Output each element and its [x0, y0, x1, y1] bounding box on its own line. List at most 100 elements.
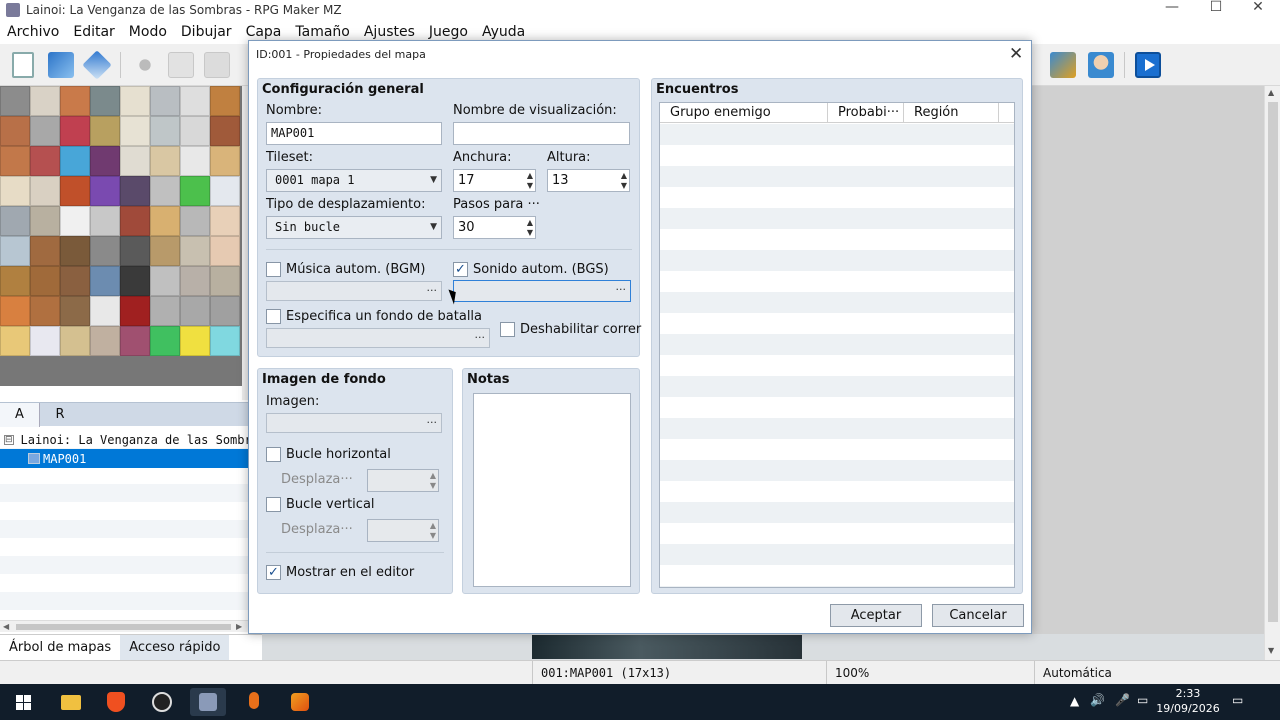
start-icon[interactable] [4, 688, 40, 716]
palette-tile[interactable] [0, 116, 30, 146]
tileset-palette[interactable] [0, 86, 242, 386]
scroll-type-select[interactable]: Sin bucle ▼ [266, 216, 442, 239]
scroll-right-icon[interactable]: ▶ [236, 621, 242, 633]
palette-tile[interactable] [30, 326, 60, 356]
scroll-up-icon[interactable]: ▲ [1268, 88, 1274, 97]
notes-textarea[interactable] [473, 393, 631, 587]
palette-tile[interactable] [60, 236, 90, 266]
menu-tamano[interactable]: Tamaño [288, 24, 356, 40]
open-project-icon[interactable] [48, 52, 74, 78]
loop-horizontal-checkbox[interactable] [266, 447, 281, 462]
palette-tile[interactable] [210, 296, 240, 326]
copy-icon[interactable] [168, 52, 194, 78]
volume-icon[interactable]: 🔊 [1090, 693, 1105, 707]
stepper-arrows-icon[interactable]: ▲ ▼ [430, 471, 436, 491]
stepper-arrows-icon[interactable]: ▲ ▼ [527, 171, 533, 191]
palette-tile[interactable] [210, 146, 240, 176]
palette-tile[interactable] [60, 296, 90, 326]
notifications-icon[interactable]: ▭ [1232, 693, 1243, 707]
loop-vertical-checkbox[interactable] [266, 497, 281, 512]
canvas-vertical-scrollbar[interactable]: ▲ ▼ [1264, 86, 1280, 660]
tree-horizontal-scrollbar[interactable]: ◀ ▶ [0, 620, 248, 632]
palette-tile[interactable] [30, 266, 60, 296]
palette-tile[interactable] [30, 86, 60, 116]
palette-tile[interactable] [90, 206, 120, 236]
palette-tile[interactable] [150, 326, 180, 356]
column-troop[interactable]: Grupo enemigo [660, 103, 828, 123]
palette-tile[interactable] [150, 206, 180, 236]
scroll-thumb[interactable] [1268, 102, 1278, 622]
palette-tile[interactable] [210, 266, 240, 296]
palette-tile[interactable] [120, 146, 150, 176]
menu-juego[interactable]: Juego [422, 24, 475, 40]
tree-map-row[interactable]: MAP001 [0, 449, 248, 468]
scroll-thumb[interactable] [16, 624, 231, 630]
palette-tile[interactable] [210, 86, 240, 116]
bgs-checkbox[interactable]: ✓ [453, 262, 468, 277]
bgm-picker[interactable]: ··· [266, 281, 442, 301]
stepper-arrows-icon[interactable]: ▲ ▼ [527, 218, 533, 238]
encounter-steps-stepper[interactable]: 30 ▲ ▼ [453, 216, 536, 239]
palette-tile[interactable] [90, 296, 120, 326]
collapse-icon[interactable]: ⊟ [4, 434, 14, 445]
taskbar-clock[interactable]: 2:33 19/09/2026 [1156, 686, 1220, 716]
tab-quick-access[interactable]: Acceso rápido [120, 635, 230, 660]
dialog-close-button[interactable]: ✕ [1009, 44, 1023, 64]
microphone-app-icon[interactable] [236, 688, 272, 716]
palette-tile[interactable] [90, 176, 120, 206]
close-window-button[interactable]: ✕ [1236, 0, 1280, 20]
palette-tile[interactable] [90, 146, 120, 176]
palette-tile[interactable] [60, 86, 90, 116]
save-project-icon[interactable] [82, 50, 112, 80]
bgm-checkbox[interactable] [266, 262, 281, 277]
palette-tile[interactable] [120, 176, 150, 206]
palette-tile[interactable] [210, 236, 240, 266]
palette-tile[interactable] [0, 326, 30, 356]
rpg-maker-icon[interactable] [190, 688, 226, 716]
palette-tile[interactable] [120, 296, 150, 326]
cancel-button[interactable]: Cancelar [932, 604, 1024, 627]
show-in-editor-checkbox[interactable]: ✓ [266, 565, 281, 580]
width-stepper[interactable]: 17 ▲ ▼ [453, 169, 536, 192]
new-project-icon[interactable] [12, 52, 34, 78]
maximize-button[interactable]: ☐ [1194, 0, 1238, 20]
menu-capa[interactable]: Capa [239, 24, 289, 40]
palette-tile[interactable] [150, 176, 180, 206]
battleback-picker[interactable]: ··· [266, 328, 490, 348]
ok-button[interactable]: Aceptar [830, 604, 922, 627]
minimize-button[interactable]: — [1150, 0, 1194, 20]
tab-r[interactable]: R [40, 403, 80, 427]
scroll-left-icon[interactable]: ◀ [3, 621, 9, 633]
palette-tile[interactable] [30, 206, 60, 236]
palette-tile[interactable] [0, 236, 30, 266]
palette-tile[interactable] [120, 266, 150, 296]
map-canvas[interactable] [1032, 86, 1264, 634]
palette-tile[interactable] [60, 266, 90, 296]
palette-tile[interactable] [150, 296, 180, 326]
palette-tile[interactable] [60, 176, 90, 206]
stepper-arrows-icon[interactable]: ▲ ▼ [430, 521, 436, 541]
microphone-icon[interactable]: 🎤 [1115, 693, 1130, 707]
tab-map-tree[interactable]: Árbol de mapas [0, 635, 120, 660]
palette-tile[interactable] [60, 206, 90, 236]
palette-tile[interactable] [120, 86, 150, 116]
palette-tile[interactable] [180, 86, 210, 116]
palette-tile[interactable] [90, 266, 120, 296]
palette-tile[interactable] [150, 116, 180, 146]
height-stepper[interactable]: 13 ▲ ▼ [547, 169, 630, 192]
palette-tile[interactable] [30, 236, 60, 266]
brave-browser-icon[interactable] [98, 688, 134, 716]
palette-tile[interactable] [0, 206, 30, 236]
plugin-manager-icon[interactable] [1050, 52, 1076, 78]
palette-tile[interactable] [90, 236, 120, 266]
palette-tile[interactable] [120, 116, 150, 146]
scroll-down-icon[interactable]: ▼ [1268, 646, 1274, 655]
palette-tile[interactable] [90, 326, 120, 356]
menu-dibujar[interactable]: Dibujar [174, 24, 239, 40]
encounters-list[interactable]: Grupo enemigo Probabi··· Región [659, 102, 1015, 588]
palette-tile[interactable] [150, 266, 180, 296]
palette-tile[interactable] [60, 116, 90, 146]
name-input[interactable]: MAP001 [266, 122, 442, 145]
menu-ajustes[interactable]: Ajustes [357, 24, 422, 40]
palette-tile[interactable] [120, 206, 150, 236]
